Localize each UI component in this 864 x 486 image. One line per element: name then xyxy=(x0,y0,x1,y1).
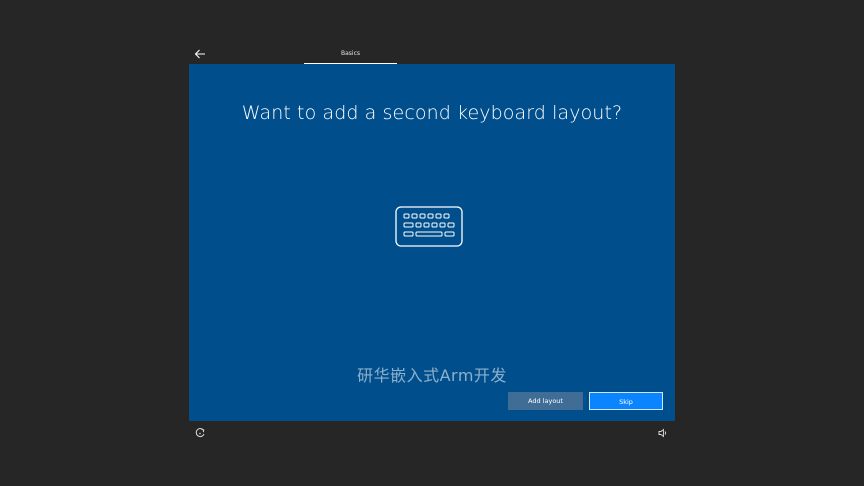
watermark-text: 研华嵌入式Arm开发 xyxy=(357,366,507,385)
arrow-left-icon xyxy=(194,49,205,59)
skip-button[interactable]: Skip xyxy=(589,392,663,410)
ease-of-access-icon[interactable] xyxy=(194,427,206,439)
page-title: Want to add a second keyboard layout? xyxy=(241,102,623,124)
add-layout-button[interactable]: Add layout xyxy=(508,392,583,410)
oobe-screen: Basics Want to add a second keyboard lay… xyxy=(0,0,864,486)
back-button[interactable] xyxy=(191,46,209,62)
volume-icon[interactable] xyxy=(657,427,669,439)
keyboard-icon xyxy=(395,206,463,247)
step-tab-basics: Basics xyxy=(304,46,397,64)
setup-panel: Want to add a second keyboard layout? 研华… xyxy=(189,64,675,421)
